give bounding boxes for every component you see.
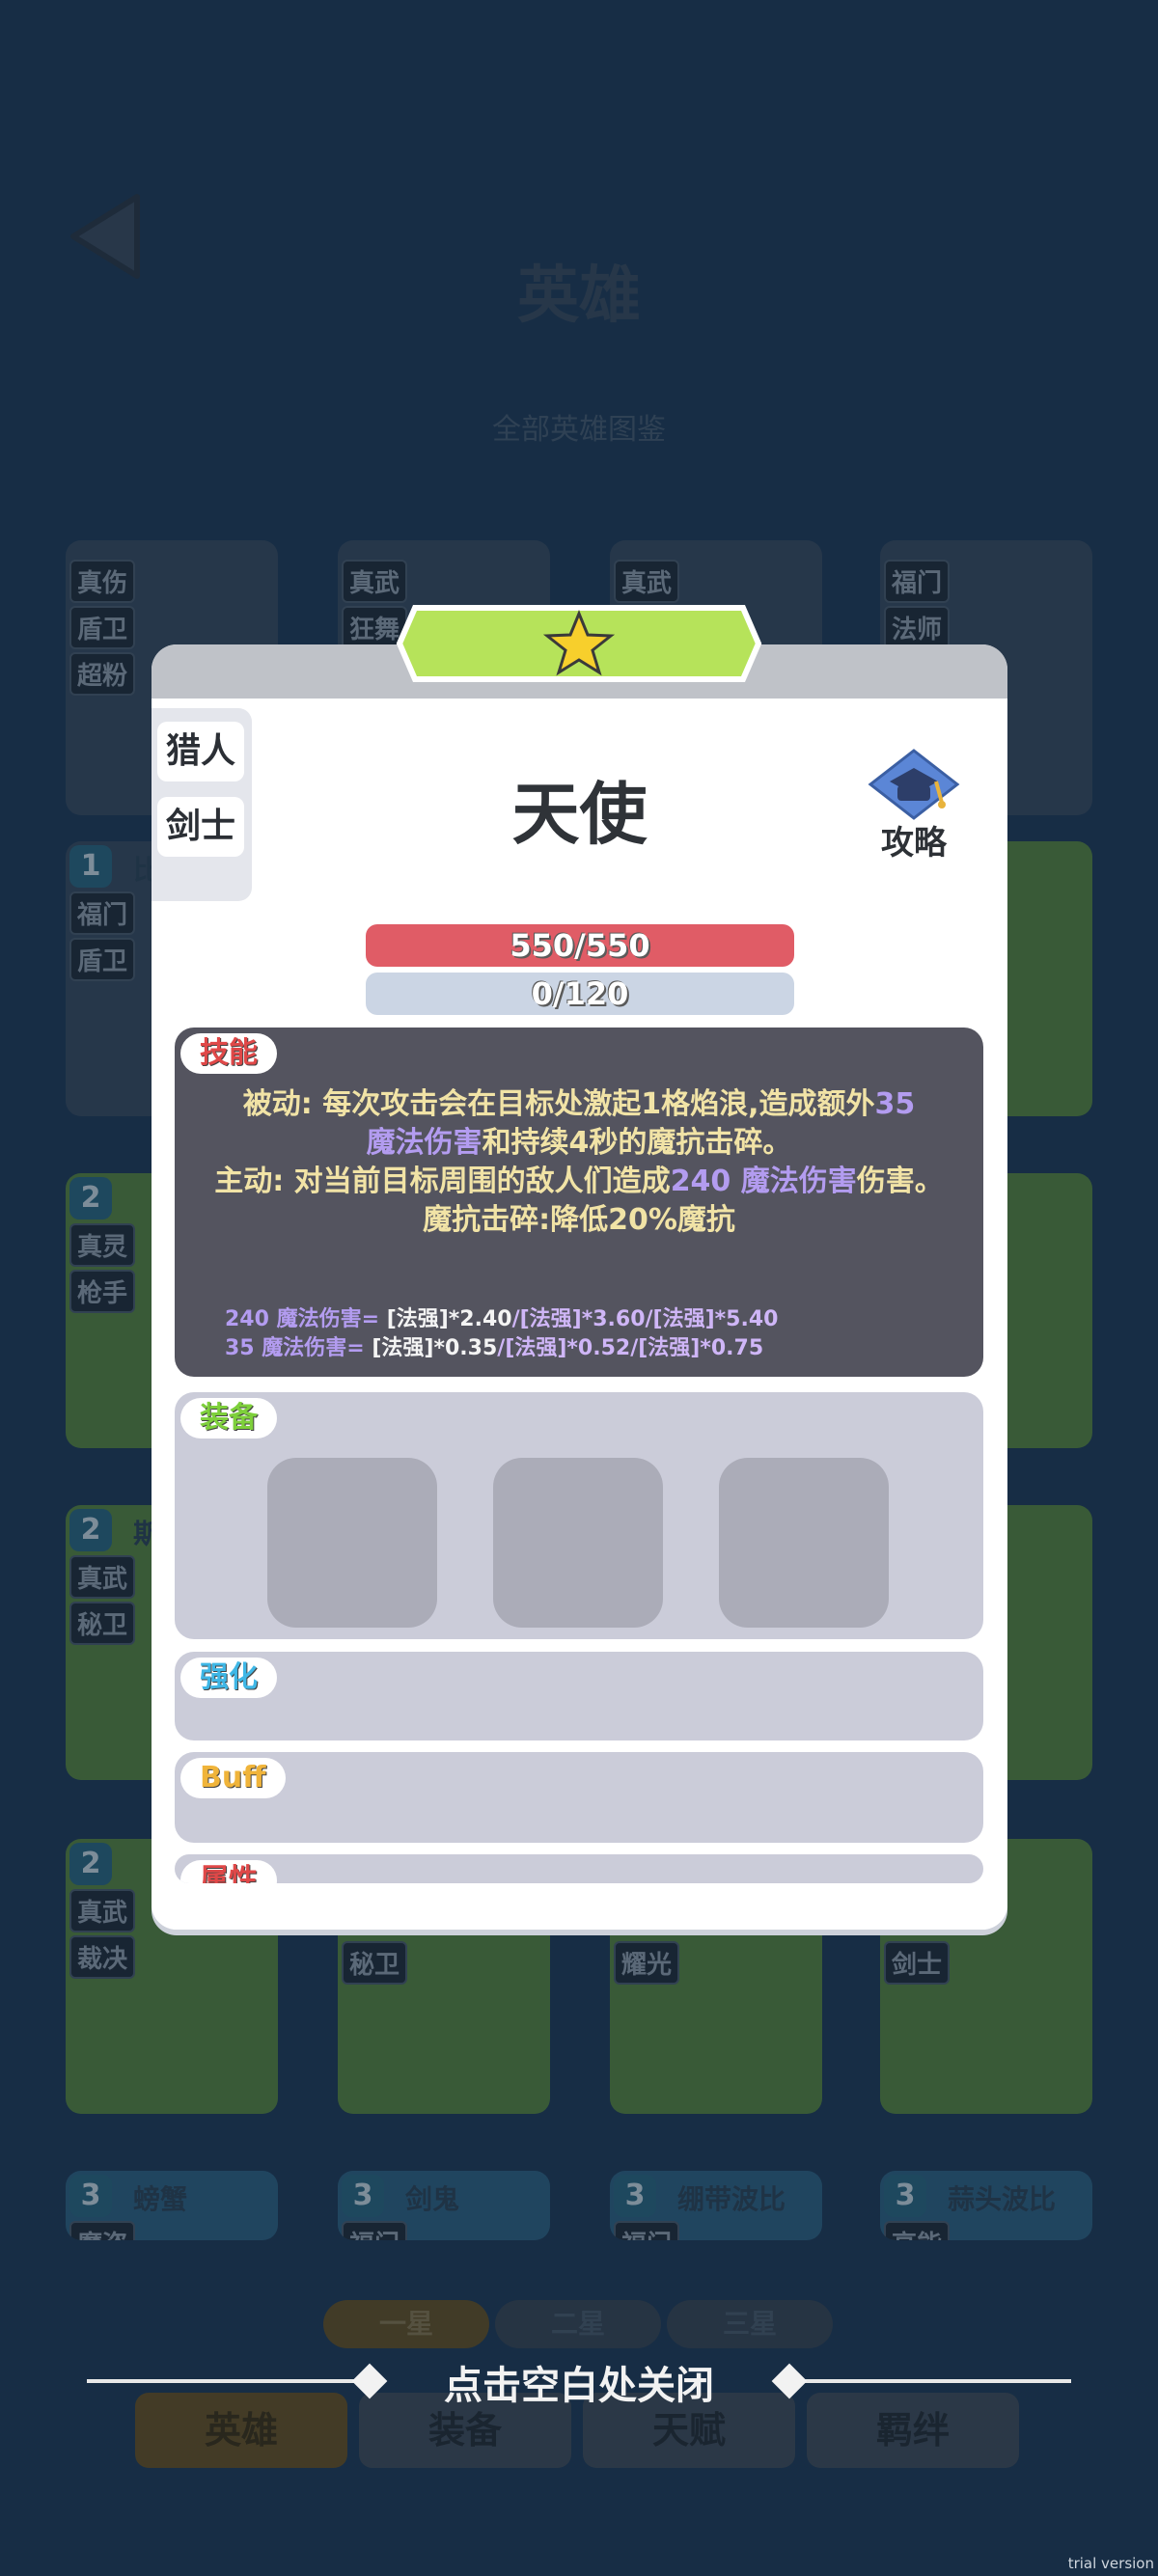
active-suffix: 伤害。 (856, 1165, 944, 1198)
passive-value: 35 (874, 1087, 916, 1121)
formula-current: [法强]*2.40 (386, 1307, 512, 1331)
guide-button-label[interactable]: 攻略 (861, 816, 967, 863)
formula-label: 240 魔法伤害= (225, 1307, 387, 1331)
damage-formula-1: 240 魔法伤害= [法强]*2.40/[法强]*3.60/[法强]*5.40 (225, 1302, 778, 1332)
hp-bar: 550/550 (366, 924, 794, 967)
formula-label: 35 魔法伤害= (225, 1336, 372, 1360)
equipment-label: 装备 (180, 1398, 277, 1439)
passive-suffix: 和持续4秒的魔抗击碎。 (482, 1126, 792, 1160)
formula-current: [法强]*0.35 (372, 1336, 498, 1360)
trial-watermark: trial version (1067, 2555, 1154, 2572)
enhance-label: 强化 (180, 1658, 277, 1698)
damage-formula-2: 35 魔法伤害= [法强]*0.35/[法强]*0.52/[法强]*0.75 (225, 1330, 763, 1361)
active-value: 240 魔法伤害 (670, 1165, 857, 1198)
modal-footer (152, 1883, 1007, 1930)
skill-panel: 技能 被动: 每次攻击会在目标处激起1格焰浪,造成额外35 魔法伤害和持续4秒的… (175, 1028, 983, 1377)
active-text: 主动: 对当前目标周围的敌人们造成 (214, 1165, 671, 1198)
star-icon (396, 605, 762, 682)
formula-upgrades: /[法强]*3.60/[法强]*5.40 (511, 1307, 779, 1331)
buff-panel: Buff (175, 1752, 983, 1843)
equipment-slot[interactable] (719, 1458, 889, 1628)
mana-bar: 0/120 (366, 973, 794, 1015)
skill-description: 被动: 每次攻击会在目标处激起1格焰浪,造成额外35 魔法伤害和持续4秒的魔抗击… (204, 1085, 954, 1240)
passive-text: 被动: 每次攻击会在目标处激起1格焰浪,造成额外 (242, 1087, 875, 1121)
attribute-label: 属性 (180, 1860, 277, 1883)
equipment-panel: 装备 (175, 1392, 983, 1639)
enhance-panel: 强化 (175, 1652, 983, 1740)
formula-upgrades: /[法强]*0.52/[法强]*0.75 (497, 1336, 764, 1360)
equipment-slot[interactable] (267, 1458, 437, 1628)
buff-label: Buff (180, 1758, 286, 1798)
passive-damage-type: 魔法伤害 (366, 1126, 482, 1160)
attribute-panel: 属性 (175, 1854, 983, 1883)
close-hint: 点击空白处关闭 (444, 2364, 714, 2408)
active-line: 主动: 对当前目标周围的敌人们造成240 魔法伤害伤害。 (204, 1163, 954, 1201)
skill-label: 技能 (180, 1033, 277, 1074)
hero-detail-modal: 猎人 剑士 天使 攻略 550/550 0/120 技能 被动: 每次攻击会在目… (152, 644, 1007, 1930)
effect-line: 魔抗击碎:降低20%魔抗 (423, 1203, 735, 1237)
passive-line: 被动: 每次攻击会在目标处激起1格焰浪,造成额外35 魔法伤害和持续4秒的魔抗击… (204, 1085, 954, 1163)
equipment-slot[interactable] (493, 1458, 663, 1628)
